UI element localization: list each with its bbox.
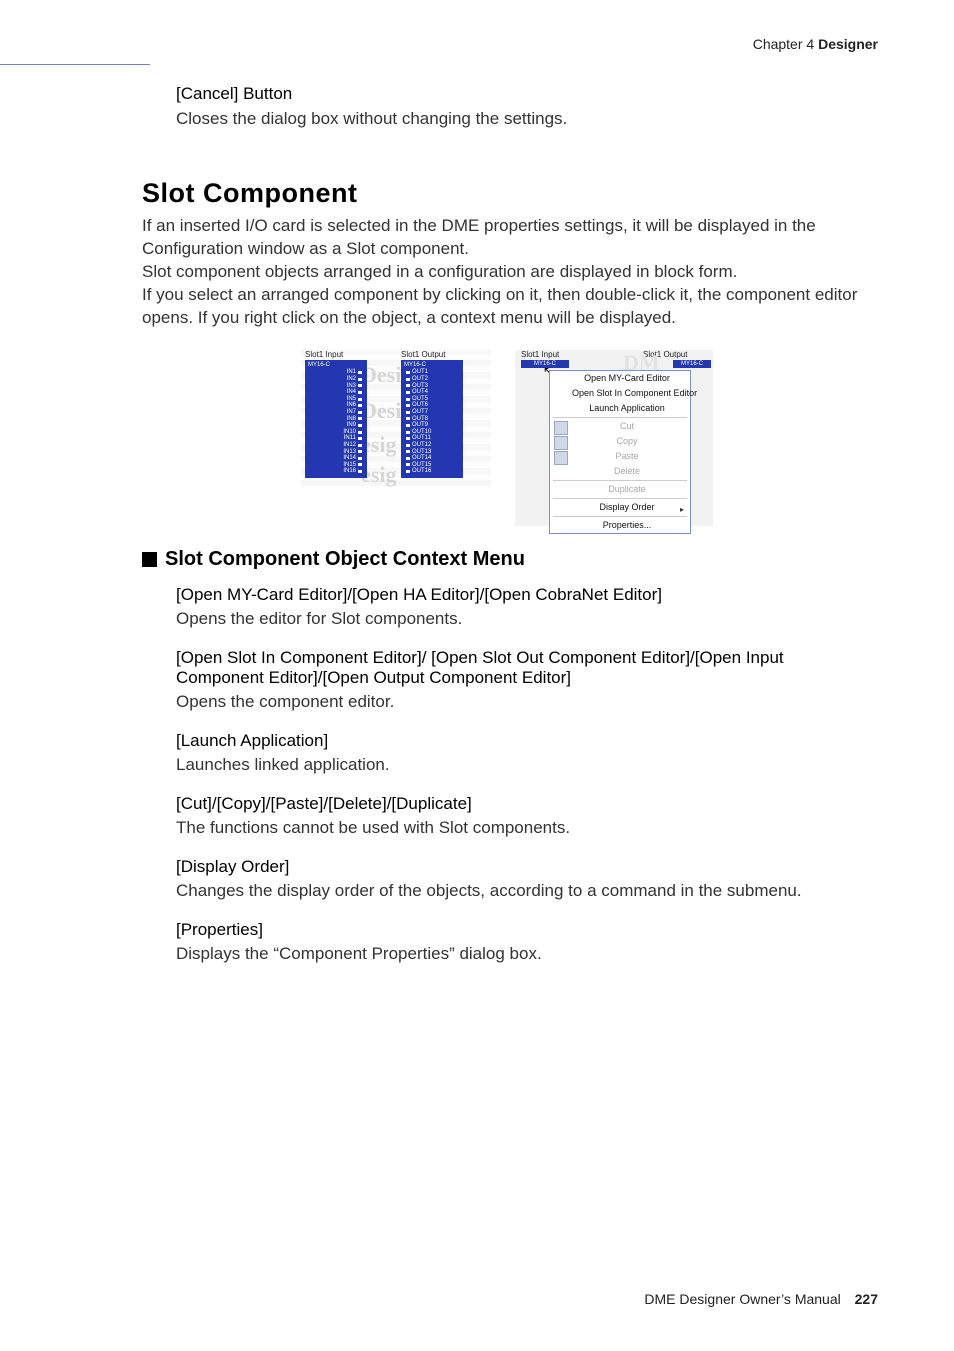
slot-in-port: IN3: [308, 383, 364, 390]
header-rule: [0, 64, 150, 65]
menu-delete: Delete: [550, 464, 690, 479]
slot-in-port: IN2: [308, 376, 364, 383]
fig-right-out-card: MY16-C: [673, 360, 711, 368]
slot-in-port: IN6: [308, 402, 364, 409]
page-content: [Cancel] Button Closes the dialog box wi…: [142, 84, 872, 983]
slot-in-port: IN15: [308, 462, 364, 469]
menu-duplicate: Duplicate: [550, 482, 690, 497]
ctx-item-open-slot-editor-desc: Opens the component editor.: [176, 691, 872, 713]
cancel-button-body: Closes the dialog box without changing t…: [176, 108, 872, 130]
fig-left-label-out: Slot1 Output: [401, 350, 445, 359]
ctx-item-open-slot-editor-title: [Open Slot In Component Editor]/ [Open S…: [176, 648, 872, 688]
fig-left-label-in: Slot1 Input: [305, 350, 343, 359]
ctx-item-properties-title: [Properties]: [176, 920, 872, 940]
ctx-item-cut-copy-title: [Cut]/[Copy]/[Paste]/[Delete]/[Duplicate…: [176, 794, 872, 814]
square-bullet-icon: [142, 552, 157, 567]
chevron-right-icon: ▸: [680, 505, 684, 514]
menu-properties[interactable]: Properties...: [550, 518, 690, 533]
ctx-item-open-editor-desc: Opens the editor for Slot components.: [176, 608, 872, 630]
footer-page-number: 227: [855, 1291, 878, 1307]
slot-in-port: IN13: [308, 449, 364, 456]
slot-input-block: MY16-C IN1IN2IN3IN4IN5IN6IN7IN8IN9IN10IN…: [305, 360, 367, 478]
cut-icon: [554, 421, 568, 435]
menu-display-order[interactable]: Display Order▸: [550, 500, 690, 515]
slot-in-port: IN4: [308, 389, 364, 396]
slot-in-port: IN10: [308, 429, 364, 436]
slot-out-port: OUT3: [404, 383, 460, 390]
header-chapter: Chapter 4: [753, 36, 818, 52]
figure-context-menu: Slot1 Input Slot1 Output DM MY16-C MY16-…: [515, 350, 713, 526]
ctx-item-launch-app-desc: Launches linked application.: [176, 754, 872, 776]
context-menu-heading-text: Slot Component Object Context Menu: [165, 548, 525, 571]
cancel-button-heading: [Cancel] Button: [176, 84, 872, 104]
fig-right-label-out: Slot1 Output: [643, 350, 687, 359]
slot-out-port: OUT13: [404, 449, 460, 456]
menu-open-mycard[interactable]: Open MY-Card Editor: [550, 371, 690, 386]
page-footer: DME Designer Owner’s Manual 227: [644, 1291, 878, 1307]
slot-intro-p1: If an inserted I/O card is selected in t…: [142, 215, 872, 261]
menu-cut: Cut: [550, 419, 690, 434]
slot-in-port: IN14: [308, 455, 364, 462]
slot-in-port: IN12: [308, 442, 364, 449]
slot-out-port: OUT12: [404, 442, 460, 449]
slot-in-port: IN9: [308, 422, 364, 429]
slot-out-port: OUT9: [404, 422, 460, 429]
page-header: Chapter 4 Designer: [753, 36, 878, 52]
figure-row: Slot1 Input Slot1 Output Desig Desig esi…: [142, 350, 872, 526]
figure-slot-blocks: Slot1 Input Slot1 Output Desig Desig esi…: [301, 350, 491, 486]
slot-in-port: IN1: [308, 369, 364, 376]
paste-icon: [554, 451, 568, 465]
slot-input-card: MY16-C: [308, 362, 364, 369]
copy-icon: [554, 436, 568, 450]
slot-out-port: OUT16: [404, 468, 460, 475]
slot-output-block: MY16-C OUT1OUT2OUT3OUT4OUT5OUT6OUT7OUT8O…: [401, 360, 463, 478]
slot-out-port: OUT8: [404, 416, 460, 423]
slot-component-heading: Slot Component: [142, 178, 872, 209]
slot-out-port: OUT4: [404, 389, 460, 396]
slot-out-port: OUT2: [404, 376, 460, 383]
ctx-item-properties-desc: Displays the “Component Properties” dial…: [176, 943, 872, 965]
slot-in-port: IN5: [308, 396, 364, 403]
slot-output-card: MY16-C: [404, 362, 460, 369]
slot-in-port: IN11: [308, 435, 364, 442]
slot-intro-p2: Slot component objects arranged in a con…: [142, 261, 872, 284]
slot-out-port: OUT6: [404, 402, 460, 409]
slot-in-port: IN7: [308, 409, 364, 416]
slot-out-port: OUT14: [404, 455, 460, 462]
context-menu: Open MY-Card Editor Open Slot In Compone…: [549, 370, 691, 534]
slot-intro-p3: If you select an arranged component by c…: [142, 284, 872, 330]
menu-open-slot-in[interactable]: Open Slot In Component Editor: [550, 386, 690, 401]
slot-out-port: OUT1: [404, 369, 460, 376]
ctx-item-open-editor-title: [Open MY-Card Editor]/[Open HA Editor]/[…: [176, 585, 872, 605]
slot-out-port: OUT7: [404, 409, 460, 416]
header-section: Designer: [818, 36, 878, 52]
menu-paste: Paste: [550, 449, 690, 464]
menu-launch-app[interactable]: Launch Application: [550, 401, 690, 416]
context-menu-section-heading: Slot Component Object Context Menu: [142, 548, 872, 571]
slot-in-port: IN8: [308, 416, 364, 423]
slot-out-port: OUT10: [404, 429, 460, 436]
ctx-item-display-order-title: [Display Order]: [176, 857, 872, 877]
slot-out-port: OUT11: [404, 435, 460, 442]
ctx-item-display-order-desc: Changes the display order of the objects…: [176, 880, 872, 902]
ctx-item-launch-app-title: [Launch Application]: [176, 731, 872, 751]
fig-right-label-in: Slot1 Input: [521, 350, 559, 359]
ctx-item-cut-copy-desc: The functions cannot be used with Slot c…: [176, 817, 872, 839]
slot-in-port: IN16: [308, 468, 364, 475]
menu-copy: Copy: [550, 434, 690, 449]
slot-out-port: OUT15: [404, 462, 460, 469]
slot-out-port: OUT5: [404, 396, 460, 403]
footer-text: DME Designer Owner’s Manual: [644, 1291, 840, 1307]
